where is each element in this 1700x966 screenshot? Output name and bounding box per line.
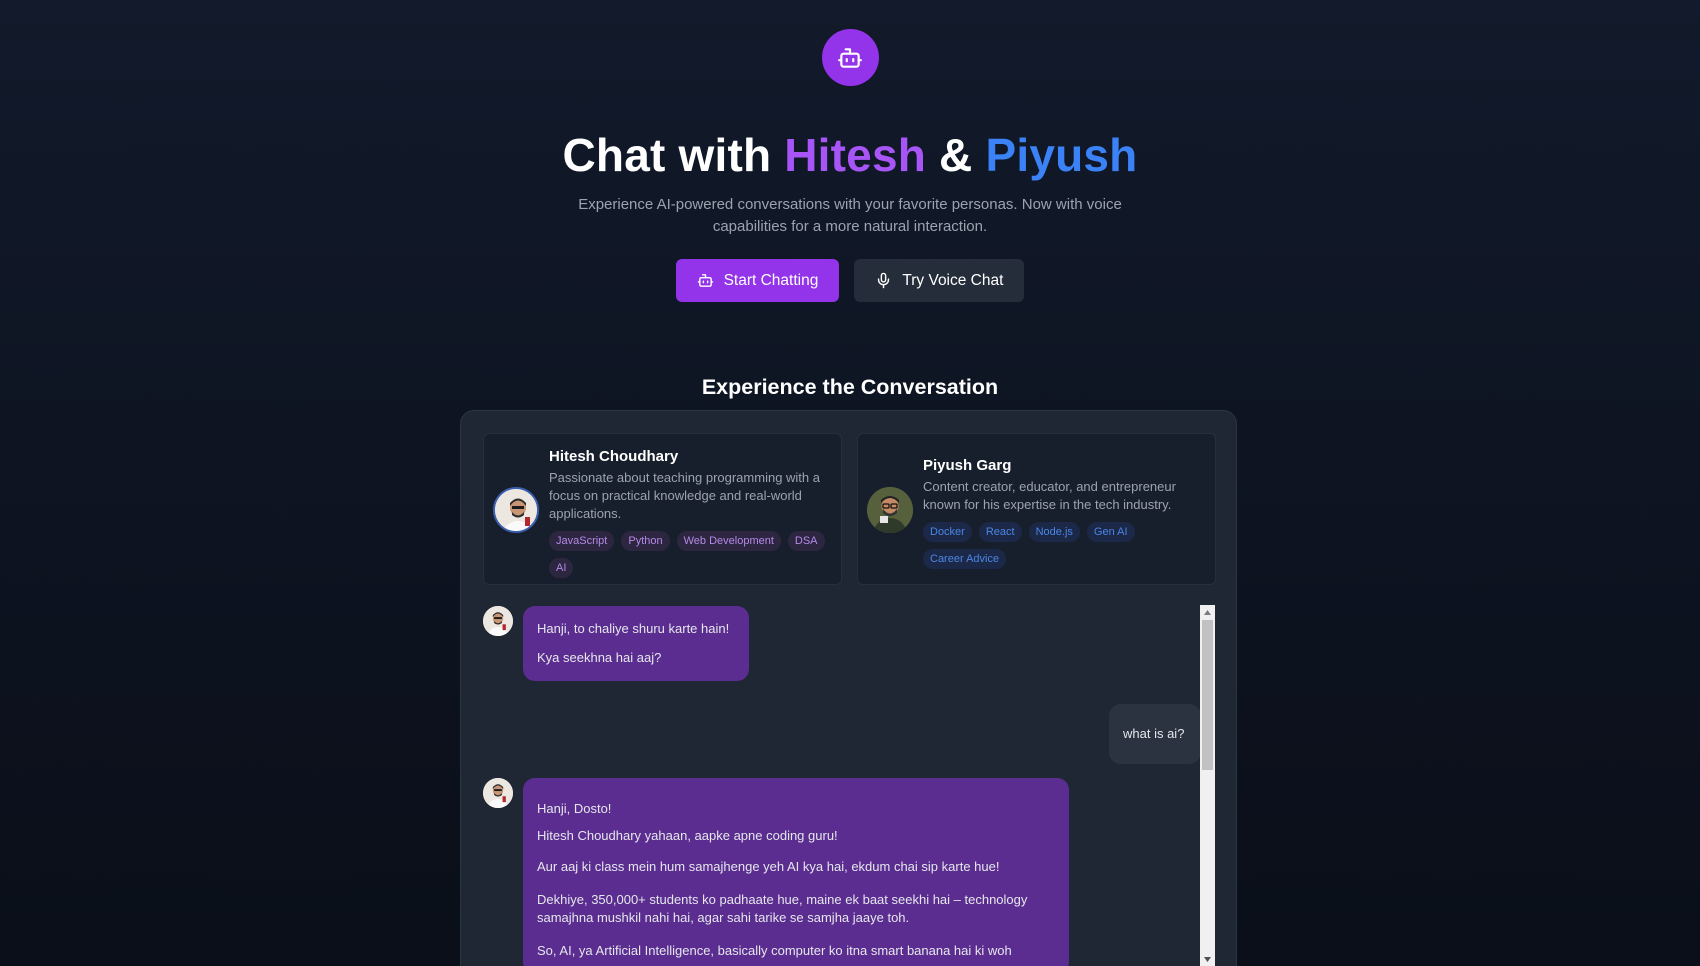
mic-icon	[878, 272, 890, 289]
bot-icon	[697, 274, 713, 287]
bot-message: Hanji, to chaliye shuru karte hain! Kya …	[523, 606, 749, 681]
message-line: Hitesh Choudhary yahaan, aapke apne codi…	[537, 828, 838, 843]
persona-tags: Docker React Node.js Gen AI Career Advic…	[923, 522, 1203, 569]
bot-icon	[838, 47, 862, 68]
persona-card-hitesh: Hitesh Choudhary Passionate about teachi…	[483, 433, 842, 585]
tag: React	[978, 522, 1022, 542]
persona-card-piyush: Piyush Garg Content creator, educator, a…	[857, 433, 1216, 585]
user-message: what is ai?	[1109, 704, 1201, 764]
tag: JavaScript	[549, 531, 615, 551]
try-voice-chat-button[interactable]: Try Voice Chat	[854, 259, 1025, 302]
conversation-panel: Hitesh Choudhary Passionate about teachi…	[460, 410, 1237, 966]
title-amp: &	[926, 129, 986, 181]
message-line: what is ai?	[1123, 726, 1185, 741]
tag: Docker	[923, 522, 972, 542]
message-line: Hanji, Dosto!	[537, 801, 612, 816]
message-line: Kya seekhna hai aaj?	[537, 650, 662, 665]
hero-section: Chat with Hitesh & Piyush Experience AI-…	[0, 0, 1700, 400]
persona-name: Piyush Garg	[923, 457, 1012, 474]
persona-name: Hitesh Choudhary	[549, 448, 679, 465]
page-title: Chat with Hitesh & Piyush	[563, 126, 1138, 184]
cta-group: Start Chatting Try Voice Chat	[675, 259, 1025, 302]
scroll-down-arrow[interactable]	[1200, 952, 1215, 966]
message-line: So, AI, ya Artificial Intelligence, basi…	[537, 943, 1012, 958]
try-voice-chat-label: Try Voice Chat	[902, 271, 1004, 289]
avatar	[483, 778, 513, 808]
bot-message: Hanji, Dosto! Hitesh Choudhary yahaan, a…	[523, 778, 1069, 966]
start-chatting-label: Start Chatting	[723, 271, 819, 289]
tag: Web Development	[676, 531, 781, 551]
title-prefix: Chat with	[562, 129, 785, 181]
scroll-up-arrow[interactable]	[1200, 605, 1215, 619]
avatar	[867, 487, 913, 533]
bot-logo	[821, 29, 879, 86]
avatar	[483, 606, 513, 636]
chat-scrollbar[interactable]	[1200, 605, 1215, 966]
tag: Career Advice	[923, 549, 1007, 569]
tag: Node.js	[1028, 522, 1080, 542]
persona-info: Piyush Garg Content creator, educator, a…	[923, 456, 1203, 569]
tag: DSA	[787, 531, 825, 551]
tag: AI	[549, 558, 574, 578]
chat-messages[interactable]: Hanji, to chaliye shuru karte hain! Kya …	[483, 606, 1220, 966]
page-subtitle: Experience AI-powered conversations with…	[578, 196, 1122, 235]
title-piyush: Piyush	[985, 129, 1138, 181]
persona-description: Passionate about teaching programming wi…	[549, 470, 820, 521]
persona-tags: JavaScript Python Web Development DSA AI	[549, 531, 829, 578]
start-chatting-button[interactable]: Start Chatting	[675, 259, 840, 302]
section-title: Experience the Conversation	[701, 375, 999, 399]
message-line: Aur aaj ki class mein hum samajhenge yeh…	[537, 859, 1000, 874]
avatar	[493, 487, 539, 533]
tag: Python	[621, 531, 670, 551]
persona-description: Content creator, educator, and entrepren…	[923, 479, 1176, 512]
message-line: Dekhiye, 350,000+ students ko padhaate h…	[537, 892, 1028, 925]
title-hitesh: Hitesh	[784, 129, 927, 181]
scroll-thumb[interactable]	[1202, 620, 1213, 770]
persona-info: Hitesh Choudhary Passionate about teachi…	[549, 447, 829, 578]
tag: Gen AI	[1086, 522, 1135, 542]
message-line: Hanji, to chaliye shuru karte hain!	[537, 621, 730, 636]
